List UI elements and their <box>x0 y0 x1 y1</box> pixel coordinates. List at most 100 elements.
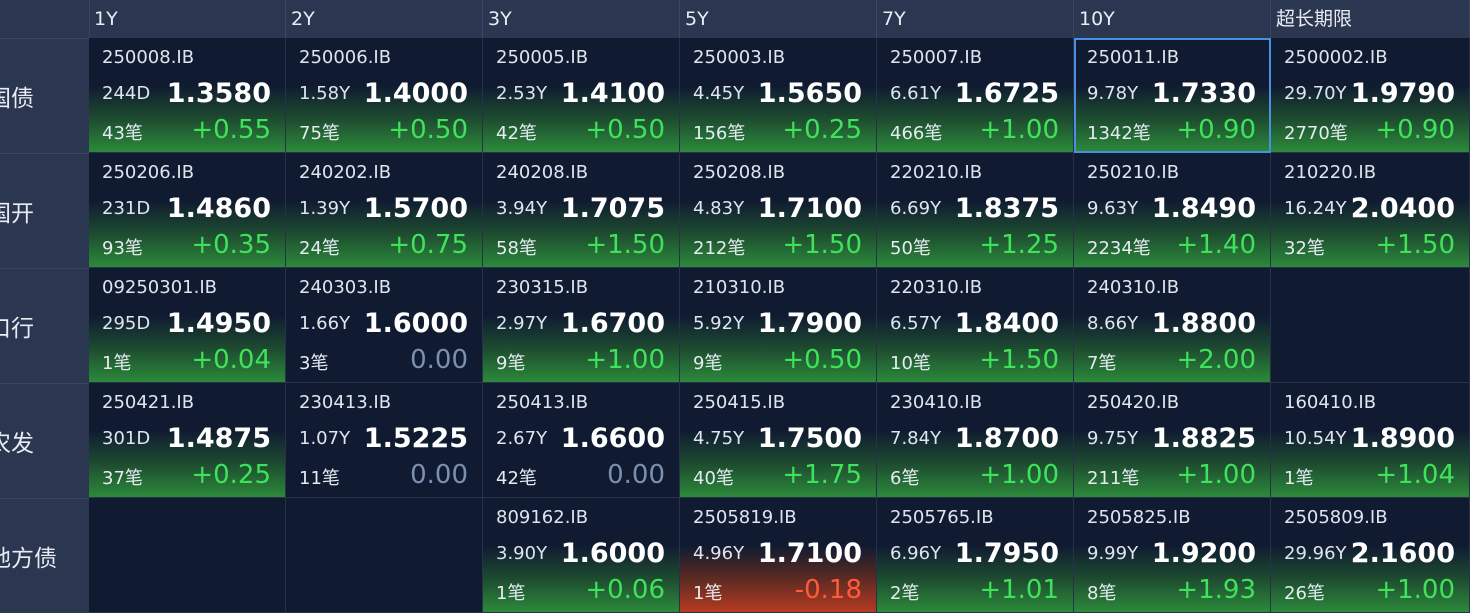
quote-cell[interactable]: 230410.IB 7.84Y 1.8700 6笔 +1.00 <box>877 383 1074 498</box>
trade-count: 32笔 <box>1284 238 1325 259</box>
quote-cell[interactable]: 250206.IB 231D 1.4860 93笔 +0.35 <box>89 153 286 268</box>
yield-change: +0.06 <box>585 575 665 605</box>
quote-cell[interactable]: 250413.IB 2.67Y 1.6600 42笔 0.00 <box>483 383 680 498</box>
quote-cell[interactable]: 2505765.IB 6.96Y 1.7950 2笔 +1.01 <box>877 498 1074 613</box>
yield-value: 1.4875 <box>166 423 271 454</box>
yield-change: -0.18 <box>794 575 862 605</box>
quote-cell[interactable]: 2505819.IB 4.96Y 1.7100 1笔 -0.18 <box>680 498 877 613</box>
remaining-tenor: 10.54Y <box>1284 428 1347 449</box>
yield-change: +1.00 <box>979 115 1059 145</box>
column-header[interactable]: 7Y <box>877 0 1074 38</box>
yield-change: +0.50 <box>585 115 665 145</box>
column-header[interactable]: 10Y <box>1074 0 1271 38</box>
quote-cell[interactable]: 240208.IB 3.94Y 1.7075 58笔 +1.50 <box>483 153 680 268</box>
quote-cell[interactable]: 230413.IB 1.07Y 1.5225 11笔 0.00 <box>286 383 483 498</box>
remaining-tenor: 6.69Y <box>890 198 942 219</box>
yield-value: 1.7330 <box>1151 78 1256 109</box>
column-header[interactable]: 1Y <box>89 0 286 38</box>
column-header[interactable]: 3Y <box>483 0 680 38</box>
yield-change: 0.00 <box>410 460 468 490</box>
trade-count: 3笔 <box>299 353 329 374</box>
yield-change: 0.00 <box>410 345 468 375</box>
trade-count: 211笔 <box>1087 468 1140 489</box>
row-label-text: 国开 <box>0 201 34 227</box>
trade-count: 42笔 <box>496 468 537 489</box>
yield-change: +1.50 <box>1375 230 1455 260</box>
quote-cell[interactable]: 210310.IB 5.92Y 1.7900 9笔 +0.50 <box>680 268 877 383</box>
bond-code: 250007.IB <box>890 47 983 68</box>
remaining-tenor: 4.75Y <box>693 428 745 449</box>
trade-count: 43笔 <box>102 123 143 144</box>
quote-cell[interactable]: 2500002.IB 29.70Y 1.9790 2770笔 +0.90 <box>1271 38 1470 153</box>
trade-count: 2234笔 <box>1087 238 1151 259</box>
trade-count: 1笔 <box>693 583 723 604</box>
row-label[interactable]: 农发 <box>0 383 89 498</box>
quote-cell[interactable]: 220310.IB 6.57Y 1.8400 10笔 +1.50 <box>877 268 1074 383</box>
trade-count: 75笔 <box>299 123 340 144</box>
quote-cell[interactable]: 230315.IB 2.97Y 1.6700 9笔 +1.00 <box>483 268 680 383</box>
yield-value: 1.8825 <box>1151 423 1256 454</box>
quote-cell[interactable]: 250006.IB 1.58Y 1.4000 75笔 +0.50 <box>286 38 483 153</box>
bond-code: 250208.IB <box>693 162 786 183</box>
bond-code: 240303.IB <box>299 277 392 298</box>
quote-cell[interactable]: 250003.IB 4.45Y 1.5650 156笔 +0.25 <box>680 38 877 153</box>
bond-code: 809162.IB <box>496 507 589 528</box>
quote-cell[interactable]: 2505825.IB 9.99Y 1.9200 8笔 +1.93 <box>1074 498 1271 613</box>
quote-cell[interactable]: 2505809.IB 29.96Y 2.1600 26笔 +1.00 <box>1271 498 1470 613</box>
bond-quote-grid: 1Y2Y3Y5Y7Y10Y超长期限 国债 250008.IB 244D 1.3580 4… <box>0 0 1470 613</box>
quote-cell[interactable]: 250421.IB 301D 1.4875 37笔 +0.25 <box>89 383 286 498</box>
bond-code: 250006.IB <box>299 47 392 68</box>
column-header[interactable]: 超长期限 <box>1271 0 1470 38</box>
quote-cell[interactable]: 240310.IB 8.66Y 1.8800 7笔 +2.00 <box>1074 268 1271 383</box>
quote-cell[interactable]: 809162.IB 3.90Y 1.6000 1笔 +0.06 <box>483 498 680 613</box>
yield-change: +1.40 <box>1176 230 1256 260</box>
quote-cell[interactable]: 250420.IB 9.75Y 1.8825 211笔 +1.00 <box>1074 383 1271 498</box>
bond-code: 2500002.IB <box>1284 47 1388 68</box>
row-label-text: 口行 <box>0 316 34 342</box>
quote-cell[interactable]: 09250301.IB 295D 1.4950 1笔 +0.04 <box>89 268 286 383</box>
bond-code: 09250301.IB <box>102 277 217 298</box>
quote-cell[interactable]: 240202.IB 1.39Y 1.5700 24笔 +0.75 <box>286 153 483 268</box>
yield-value: 1.9200 <box>1151 538 1256 569</box>
quote-cell[interactable]: 250011.IB 9.78Y 1.7330 1342笔 +0.90 <box>1074 38 1271 153</box>
remaining-tenor: 2.53Y <box>496 83 548 104</box>
trade-count: 11笔 <box>299 468 340 489</box>
trade-count: 1笔 <box>1284 468 1314 489</box>
remaining-tenor: 295D <box>102 313 151 334</box>
quote-cell[interactable]: 220210.IB 6.69Y 1.8375 50笔 +1.25 <box>877 153 1074 268</box>
row-label[interactable]: 口行 <box>0 268 89 383</box>
column-header[interactable]: 2Y <box>286 0 483 38</box>
yield-change: +0.04 <box>191 345 271 375</box>
quote-cell[interactable]: 250008.IB 244D 1.3580 43笔 +0.55 <box>89 38 286 153</box>
bond-code: 230413.IB <box>299 392 392 413</box>
column-header[interactable]: 5Y <box>680 0 877 38</box>
yield-change: +0.75 <box>388 230 468 260</box>
row-label[interactable]: 国开 <box>0 153 89 268</box>
remaining-tenor: 6.96Y <box>890 543 942 564</box>
remaining-tenor: 9.63Y <box>1087 198 1139 219</box>
yield-value: 1.6700 <box>560 308 665 339</box>
trade-count: 1笔 <box>496 583 526 604</box>
quote-cell-empty <box>89 498 286 613</box>
row-label[interactable]: 地方债 <box>0 498 89 613</box>
bond-code: 210220.IB <box>1284 162 1377 183</box>
remaining-tenor: 301D <box>102 428 151 449</box>
quote-cell[interactable]: 250005.IB 2.53Y 1.4100 42笔 +0.50 <box>483 38 680 153</box>
yield-value: 1.7950 <box>954 538 1059 569</box>
row-label[interactable]: 国债 <box>0 38 89 153</box>
bond-code: 2505825.IB <box>1087 507 1191 528</box>
yield-value: 1.7100 <box>757 193 862 224</box>
quote-cell[interactable]: 250210.IB 9.63Y 1.8490 2234笔 +1.40 <box>1074 153 1271 268</box>
quote-cell[interactable]: 160410.IB 10.54Y 1.8900 1笔 +1.04 <box>1271 383 1470 498</box>
quote-cell-empty <box>286 498 483 613</box>
trade-count: 40笔 <box>693 468 734 489</box>
bond-code: 250008.IB <box>102 47 195 68</box>
quote-cell[interactable]: 250415.IB 4.75Y 1.7500 40笔 +1.75 <box>680 383 877 498</box>
quote-cell[interactable]: 250007.IB 6.61Y 1.6725 466笔 +1.00 <box>877 38 1074 153</box>
quote-cell-empty <box>1271 268 1470 383</box>
quote-cell[interactable]: 250208.IB 4.83Y 1.7100 212笔 +1.50 <box>680 153 877 268</box>
yield-change: +1.50 <box>979 345 1059 375</box>
quote-cell[interactable]: 210220.IB 16.24Y 2.0400 32笔 +1.50 <box>1271 153 1470 268</box>
quote-cell[interactable]: 240303.IB 1.66Y 1.6000 3笔 0.00 <box>286 268 483 383</box>
trade-count: 9笔 <box>693 353 723 374</box>
